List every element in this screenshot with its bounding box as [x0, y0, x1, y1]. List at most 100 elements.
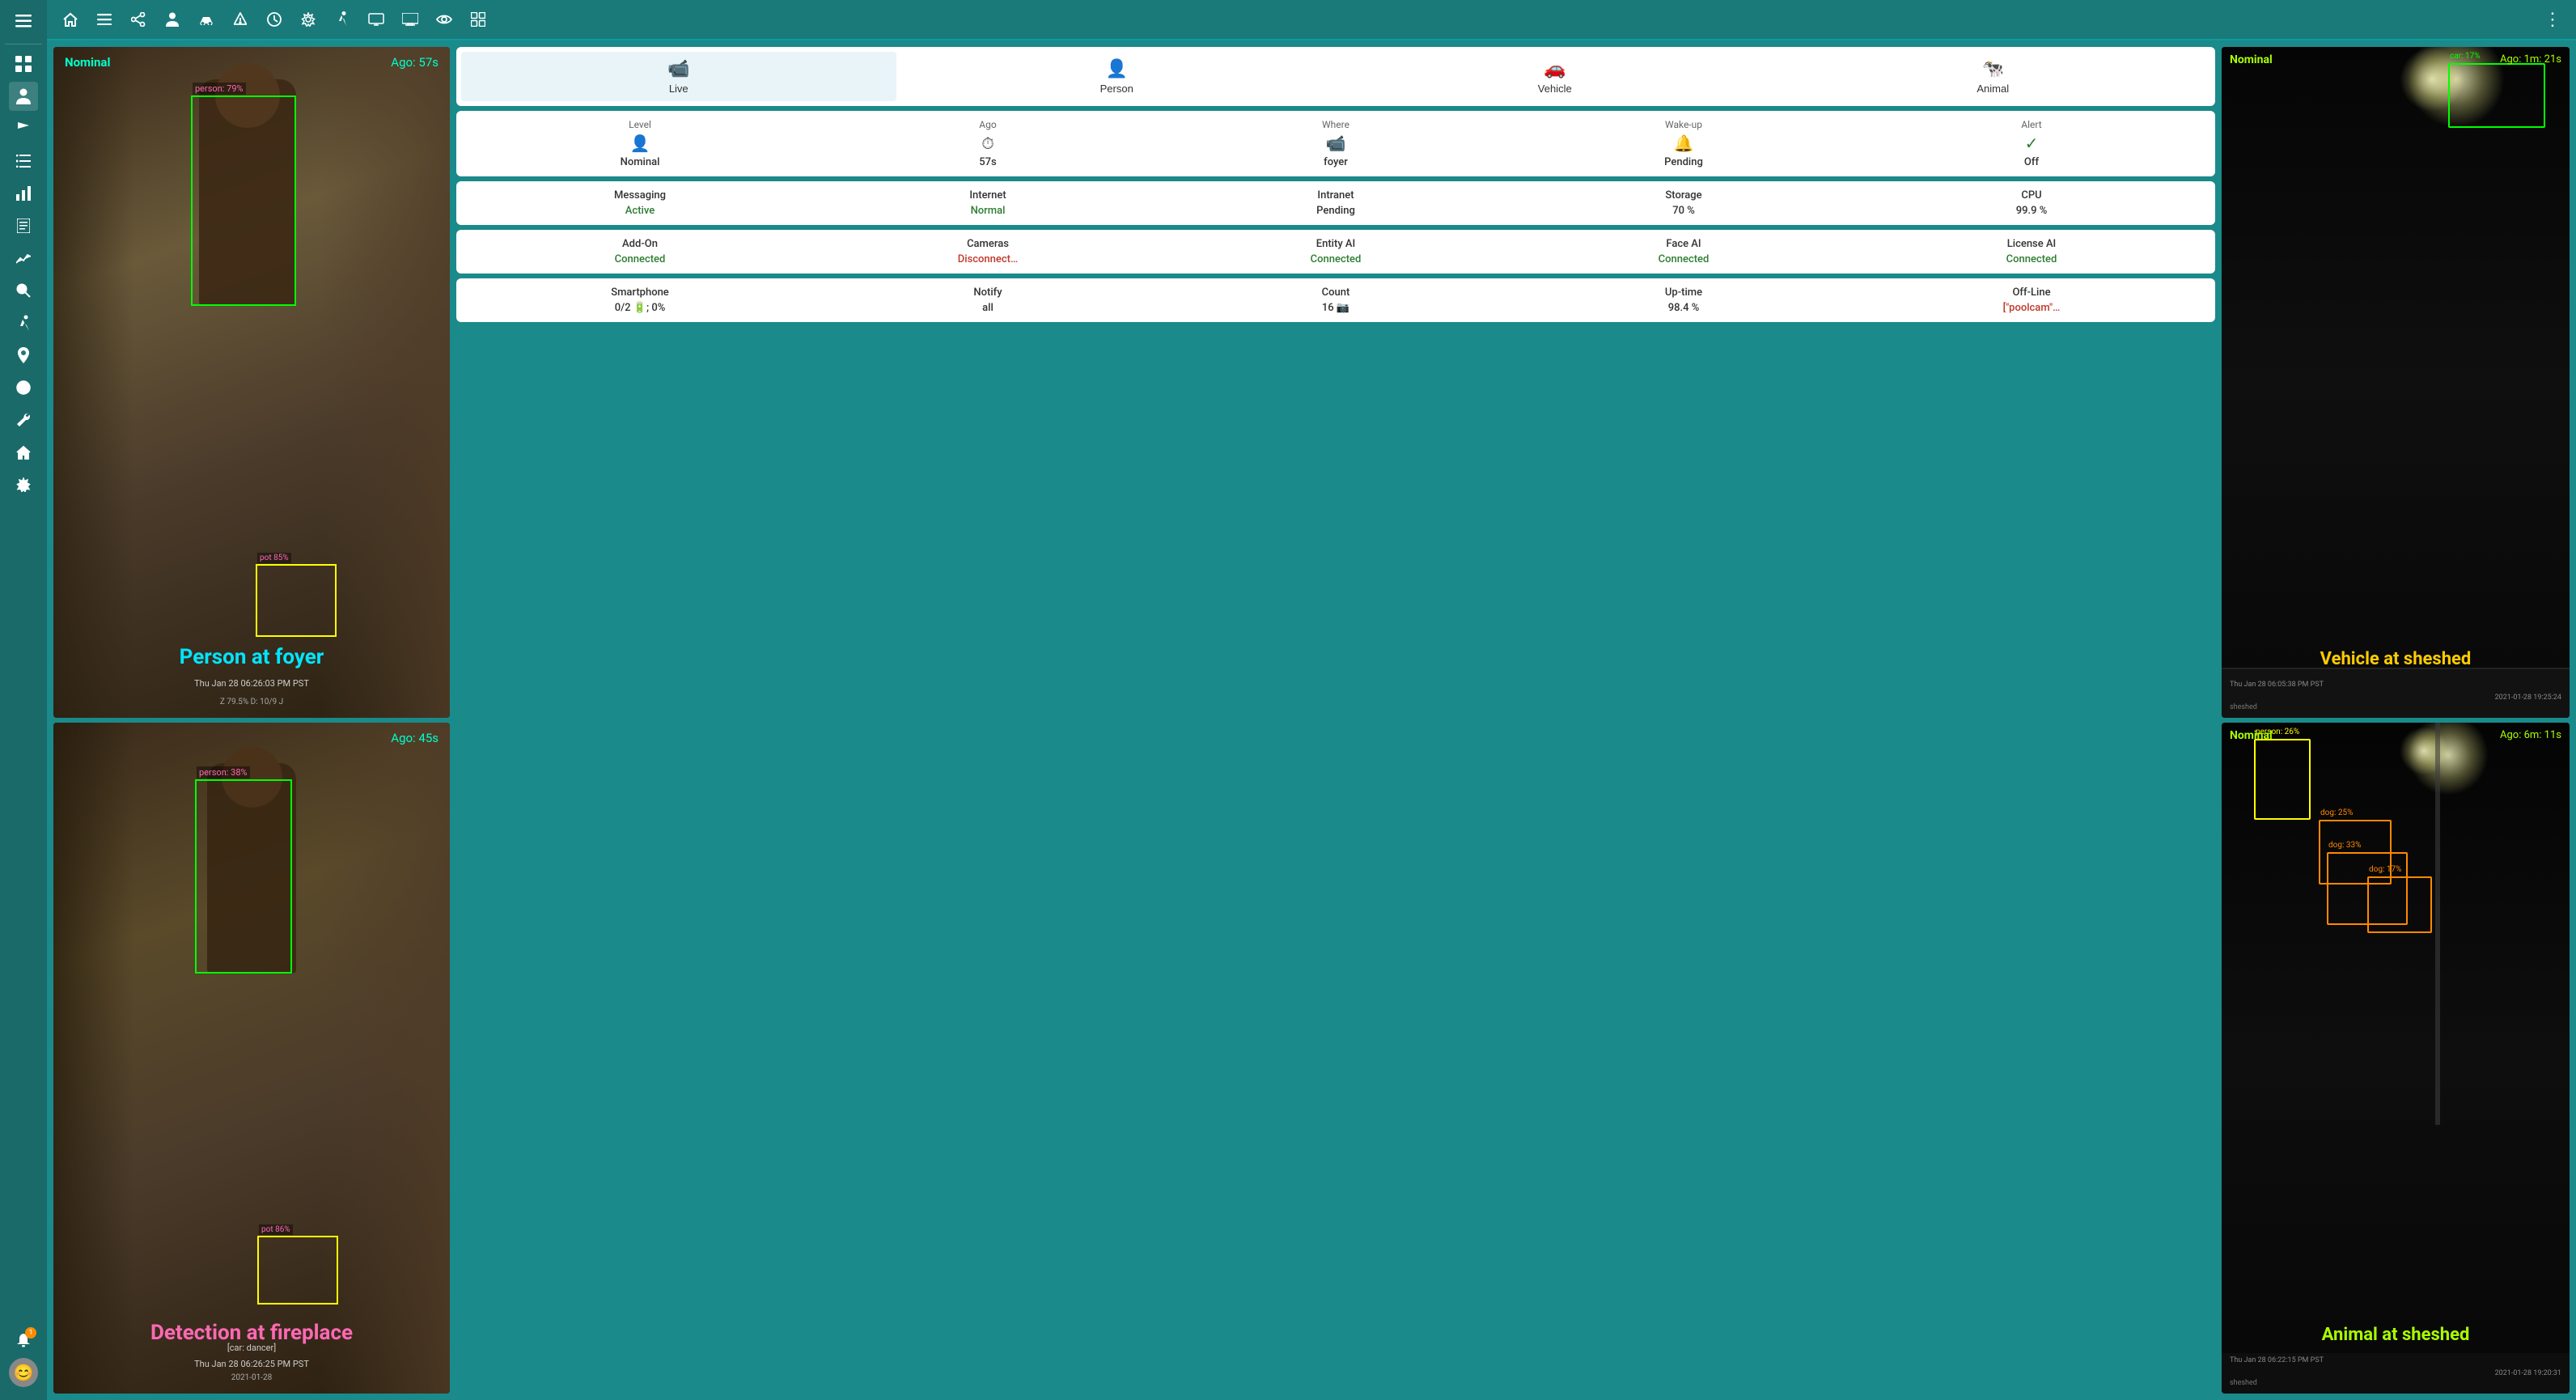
- foyer-event-label: Person at foyer: [180, 645, 324, 669]
- info-card-stats: Smartphone 0/2 🔋; 0% Notify all Count 16…: [456, 278, 2215, 322]
- foyer-status-label: Nominal: [65, 55, 110, 70]
- topnav-home[interactable]: [57, 6, 84, 33]
- license-ai-value: Connected: [2006, 253, 2057, 265]
- storage-label: Storage: [1665, 189, 1701, 202]
- uptime-label: Up-time: [1665, 286, 1702, 299]
- info-cameras: Cameras Disconnect…: [816, 238, 1160, 265]
- topnav-vehicle[interactable]: [193, 6, 220, 33]
- sheshed-animal-meta: sheshed: [2230, 1379, 2257, 1387]
- cpu-label: CPU: [2021, 189, 2041, 202]
- uptime-value: 98.4 %: [1668, 302, 1700, 314]
- info-storage: Storage 70 %: [1511, 189, 1856, 217]
- sidebar-item-search[interactable]: [9, 276, 38, 305]
- dog-label-2: dog: 33%: [2328, 841, 2361, 850]
- sidebar-notification-bell[interactable]: 1: [9, 1326, 38, 1355]
- sidebar-item-home[interactable]: [9, 438, 38, 467]
- smartphone-label: Smartphone: [611, 286, 669, 299]
- info-card-status: Level 👤 Nominal Ago ⏱ 57s Where 📹 foyer: [456, 111, 2215, 176]
- sheshed-vehicle-event: Vehicle at sheshed: [2320, 649, 2472, 669]
- count-label: Count: [1322, 286, 1350, 299]
- right-camera-column: car: 17% Nominal Ago: 1m: 21s Vehicle at…: [2222, 47, 2570, 1394]
- foyer-datetime: Thu Jan 28 06:26:03 PM PST: [194, 678, 309, 689]
- tab-vehicle-label: Vehicle: [1538, 83, 1572, 95]
- sidebar-item-flag[interactable]: [9, 114, 38, 143]
- sidebar-divider-1: [5, 44, 42, 45]
- info-wakeup: Wake-up 🔔 Pending: [1511, 119, 1856, 168]
- addon-label: Add-On: [622, 238, 658, 250]
- camera-feed-fireplace[interactable]: Ago: 45s person: 38% pot 86% Detection a…: [53, 723, 450, 1394]
- info-card-connectivity: Messaging Active Internet Normal Intrane…: [456, 181, 2215, 225]
- camera-feed-foyer[interactable]: Nominal Ago: 57s person: 79% pot 85% Per…: [53, 47, 450, 718]
- animal-light-2: [2400, 727, 2448, 775]
- wakeup-value: Pending: [1664, 156, 1703, 168]
- info-card-ai: Add-On Connected Cameras Disconnect… Ent…: [456, 230, 2215, 274]
- camera-feed-sheshed-vehicle[interactable]: car: 17% Nominal Ago: 1m: 21s Vehicle at…: [2222, 47, 2570, 718]
- topnav-grid[interactable]: [464, 6, 492, 33]
- info-where: Where 📹 foyer: [1163, 119, 1508, 168]
- cameras-value: Disconnect…: [958, 253, 1018, 265]
- sidebar-item-play[interactable]: [9, 373, 38, 402]
- sidebar-item-dashboard[interactable]: [9, 49, 38, 78]
- topnav-clock[interactable]: [261, 6, 288, 33]
- night-scene-animal: person: 26% dog: 25% dog: 33% dog: 17%: [2222, 723, 2570, 1394]
- camera-feed-sheshed-animal[interactable]: person: 26% dog: 25% dog: 33% dog: 17%: [2222, 723, 2570, 1394]
- smartphone-value: 0/2 🔋; 0%: [615, 302, 666, 314]
- internet-value: Normal: [971, 205, 1006, 217]
- info-level: Level 👤 Nominal: [468, 119, 812, 168]
- topnav-monitor[interactable]: [396, 6, 424, 33]
- fireplace-ago-label: Ago: 45s: [391, 731, 439, 745]
- where-header: Where: [1322, 119, 1349, 130]
- topnav-share[interactable]: [125, 6, 152, 33]
- sidebar-menu-button[interactable]: [9, 6, 38, 36]
- notify-label: Notify: [973, 286, 1002, 299]
- sidebar-item-wrench[interactable]: [9, 405, 38, 435]
- tab-person-label: Person: [1100, 83, 1133, 95]
- info-uptime: Up-time 98.4 %: [1511, 286, 1856, 314]
- tab-animal[interactable]: 🐄 Animal: [1776, 52, 2211, 101]
- sidebar-item-chart[interactable]: [9, 179, 38, 208]
- topnav-alert[interactable]: [227, 6, 254, 33]
- vehicle-detection-box: car: 17%: [2448, 63, 2545, 128]
- info-grid-ai: Add-On Connected Cameras Disconnect… Ent…: [468, 238, 2204, 265]
- sidebar-item-gear[interactable]: [9, 470, 38, 499]
- sidebar-item-run[interactable]: [9, 308, 38, 337]
- tab-vehicle[interactable]: 🚗 Vehicle: [1337, 52, 1773, 101]
- tab-person[interactable]: 👤 Person: [900, 52, 1335, 101]
- info-grid-status: Level 👤 Nominal Ago ⏱ 57s Where 📹 foyer: [468, 119, 2204, 168]
- topnav-person[interactable]: [159, 6, 186, 33]
- topnav-walk[interactable]: [328, 6, 356, 33]
- center-panel: 📹 Live 👤 Person 🚗 Vehicle 🐄 Animal: [456, 47, 2215, 1394]
- sidebar-item-log[interactable]: [9, 211, 38, 240]
- sheshed-animal-datetime: Thu Jan 28 06:22:15 PM PST: [2230, 1356, 2324, 1364]
- info-entity-ai: Entity AI Connected: [1163, 238, 1508, 265]
- tab-live[interactable]: 📹 Live: [461, 52, 896, 101]
- cameras-label: Cameras: [967, 238, 1009, 250]
- sidebar-item-person[interactable]: [9, 82, 38, 111]
- topnav-more-button[interactable]: ⋮: [2539, 6, 2566, 33]
- tab-live-icon: 📹: [667, 58, 689, 79]
- vehicle-detect-label: car: 17%: [2450, 52, 2481, 61]
- top-navigation: ⋮: [47, 0, 2576, 40]
- topnav-eye[interactable]: [430, 6, 458, 33]
- fireplace-sublabel: [car: dancer]: [227, 1343, 276, 1353]
- sheshed-animal-status: Nominal: [2230, 729, 2273, 742]
- sidebar-item-analytics[interactable]: [9, 244, 38, 273]
- fireplace-detection-label: person: 38%: [197, 766, 250, 778]
- notification-badge: 1: [25, 1327, 36, 1338]
- wakeup-icon: 🔔: [1674, 134, 1694, 153]
- left-camera-column: Nominal Ago: 57s person: 79% pot 85% Per…: [53, 47, 450, 1394]
- level-header: Level: [629, 119, 651, 130]
- topnav-settings[interactable]: [294, 6, 322, 33]
- info-alert: Alert ✓ Off: [1859, 119, 2204, 168]
- topnav-display[interactable]: [362, 6, 390, 33]
- level-value: Nominal: [621, 156, 660, 168]
- topnav-collapse[interactable]: [91, 6, 118, 33]
- sidebar-item-location[interactable]: [9, 341, 38, 370]
- ago-icon: ⏱: [981, 134, 994, 153]
- info-messaging: Messaging Active: [468, 189, 812, 217]
- sheshed-vehicle-meta: sheshed: [2230, 703, 2257, 711]
- intranet-value: Pending: [1316, 205, 1355, 217]
- user-avatar[interactable]: 😊: [9, 1358, 38, 1387]
- sidebar-item-list[interactable]: [9, 146, 38, 176]
- sheshed-animal-ago: Ago: 6m: 11s: [2500, 729, 2561, 741]
